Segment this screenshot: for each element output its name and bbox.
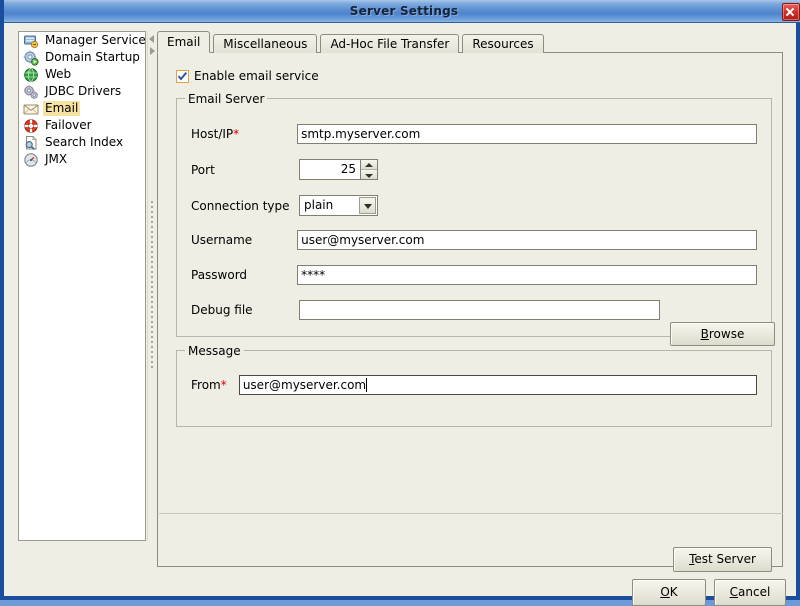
password-row: Password **** [191, 265, 757, 285]
message-group: Message From* user@myserver.com [176, 344, 772, 427]
connection-type-row: Connection type plain [191, 195, 378, 216]
sidebar-item-label: Failover [45, 118, 92, 132]
text-caret [366, 378, 368, 392]
sidebar-item-jdbc-drivers[interactable]: JDBC Drivers [19, 83, 145, 100]
sidebar-item-web[interactable]: Web [19, 66, 145, 83]
connection-type-select[interactable]: plain [299, 195, 378, 216]
gears-icon [23, 84, 39, 100]
tab-email[interactable]: Email [157, 31, 211, 53]
username-row: Username user@myserver.com [191, 230, 757, 250]
port-stepper[interactable]: 25 [299, 159, 378, 180]
stepper-up-icon[interactable] [361, 160, 377, 170]
debug-file-row: Debug file [191, 300, 660, 320]
sidebar-item-label: Search Index [45, 135, 124, 149]
cancel-button[interactable]: Cancel [714, 579, 786, 606]
username-label: Username [191, 233, 253, 247]
collapse-left-icon[interactable] [149, 35, 154, 43]
enable-email-service-checkbox[interactable]: Enable email service [176, 69, 319, 83]
browse-label-rest: rowse [708, 327, 745, 341]
server-settings-window: Server Settings Manager Service Domain S… [0, 0, 800, 606]
split-grip[interactable] [151, 201, 153, 371]
ok-button[interactable]: OK [632, 579, 706, 606]
required-marker: * [220, 378, 227, 392]
tab-ad-hoc-file-transfer[interactable]: Ad-Hoc File Transfer [320, 34, 460, 53]
tab-strip: Email Miscellaneous Ad-Hoc File Transfer… [157, 31, 547, 53]
tab-body-email: Enable email service Email Server Host/I… [157, 52, 783, 572]
cancel-mnemonic: C [729, 585, 739, 599]
email-server-group: Email Server Host/IP* smtp.myserver.com … [176, 92, 775, 346]
sidebar-item-label: Domain Startup [45, 50, 140, 64]
username-input[interactable]: user@myserver.com [297, 230, 757, 250]
sidebar-item-label: Web [45, 67, 72, 81]
sidebar-item-domain-startup[interactable]: Domain Startup [19, 49, 145, 66]
title-bar: Server Settings [4, 0, 800, 23]
sidebar-item-failover[interactable]: Failover [19, 117, 145, 134]
sidebar-item-label: JMX [45, 152, 68, 166]
message-legend: Message [185, 344, 244, 358]
sidebar-item-label: Manager Service [45, 33, 146, 47]
gear-play-icon [23, 50, 39, 66]
cancel-label-rest: ancel [738, 585, 771, 599]
window-title: Server Settings [349, 4, 459, 18]
separator [159, 513, 783, 514]
stepper-down-icon[interactable] [361, 170, 377, 179]
port-label: Port [191, 162, 215, 177]
sidebar-item-manager-service[interactable]: Manager Service [19, 32, 145, 49]
settings-tabpane: Email Miscellaneous Ad-Hoc File Transfer… [157, 31, 783, 572]
checkbox-checked-icon[interactable] [176, 69, 189, 83]
tab-resources[interactable]: Resources [462, 34, 544, 53]
test-server-label-rest: est Server [694, 552, 756, 566]
split-pane-divider[interactable] [147, 31, 157, 541]
host-ip-label: Host/IP* [191, 127, 240, 141]
server-icon [23, 33, 39, 49]
required-marker: * [233, 127, 240, 141]
envelope-icon [23, 101, 39, 117]
collapse-right-icon[interactable] [150, 47, 155, 55]
from-label: From* [191, 378, 227, 392]
host-ip-input[interactable]: smtp.myserver.com [297, 124, 757, 144]
close-icon[interactable] [782, 3, 800, 21]
enable-email-service-label: Enable email service [194, 69, 319, 83]
connection-type-label: Connection type [191, 198, 290, 213]
document-search-icon [23, 135, 39, 151]
ok-label-rest: K [669, 585, 678, 599]
sidebar-item-label: Email [43, 101, 81, 116]
host-ip-row: Host/IP* smtp.myserver.com [191, 124, 757, 144]
tab-miscellaneous[interactable]: Miscellaneous [213, 34, 318, 53]
from-input[interactable]: user@myserver.com [238, 375, 757, 395]
sidebar-item-email[interactable]: Email [19, 100, 145, 117]
port-row: Port 25 [191, 159, 378, 180]
connection-type-value: plain [304, 198, 334, 212]
debug-file-input[interactable] [299, 300, 660, 320]
globe-icon [23, 67, 39, 83]
from-row: From* user@myserver.com [191, 375, 757, 395]
browse-button[interactable]: Browse [670, 322, 775, 346]
email-server-legend: Email Server [185, 92, 268, 106]
window-content: Manager Service Domain Startup Web JDBC … [4, 23, 796, 606]
lifebuoy-icon [23, 118, 39, 134]
ok-mnemonic: O [660, 585, 670, 599]
password-label: Password [191, 268, 248, 282]
port-value[interactable]: 25 [300, 160, 360, 179]
port-stepper-buttons[interactable] [360, 160, 377, 179]
split-collapse-arrows[interactable] [149, 33, 156, 59]
sidebar-item-label: JDBC Drivers [45, 84, 122, 98]
settings-tree[interactable]: Manager Service Domain Startup Web JDBC … [18, 31, 146, 541]
debug-file-label: Debug file [191, 303, 253, 317]
test-server-button[interactable]: Test Server [673, 547, 772, 572]
sidebar-item-search-index[interactable]: Search Index [19, 134, 145, 151]
gauge-icon [23, 152, 39, 168]
chevron-down-icon[interactable] [359, 197, 376, 214]
sidebar-item-jmx[interactable]: JMX [19, 151, 145, 168]
browse-mnemonic: B [700, 327, 709, 341]
password-input[interactable]: **** [297, 265, 757, 285]
